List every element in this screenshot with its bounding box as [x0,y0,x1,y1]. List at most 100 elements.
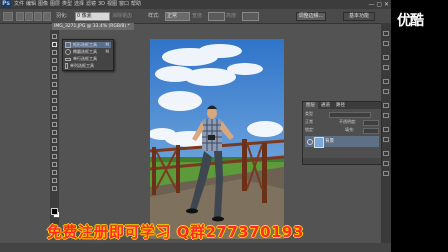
eyedropper-tool-icon[interactable] [52,74,57,79]
character-panel-icon[interactable] [383,79,389,84]
lock-row: 锁定: 填充: [305,127,379,134]
new-selection-icon[interactable] [16,12,24,21]
lock-label: 锁定: [305,127,315,132]
adjustments-panel-icon[interactable] [383,127,389,132]
window-controls[interactable]: — ▢ ✕ [368,1,389,8]
swatches-panel-icon[interactable] [383,113,389,118]
move-tool-icon[interactable] [52,34,57,39]
blend-row: 正常 不透明度: [305,119,379,126]
gradient-tool-icon[interactable] [52,122,57,127]
fill-field[interactable] [363,128,379,134]
crop-tool-icon[interactable] [52,66,57,71]
foreground-color-swatch[interactable] [51,208,58,215]
promo-watermark-text: 免费注册即可学习 Q群277370193 [47,223,304,241]
flyout-single-row-marquee[interactable]: 单行选框工具 [65,56,111,62]
tab-paths[interactable]: 路径 [333,102,348,109]
flyout-ellipse-marquee[interactable]: 椭圆选框工具 M [65,49,111,55]
dodge-tool-icon[interactable] [52,138,57,143]
style-select[interactable]: 正常 [165,12,190,21]
layers-panel-icon[interactable] [383,151,389,156]
rect-marquee-icon [65,42,71,48]
opacity-label: 不透明度: [339,119,357,124]
intersect-selection-icon[interactable] [43,12,51,21]
photoshop-window: Ps 文件 编辑 图像 图层 类型 选择 滤镜 3D 视图 窗口 帮助 — ▢ … [0,0,391,252]
menu-type[interactable]: 类型 [62,0,72,9]
refine-edge-button[interactable]: 调整边缘... [296,12,326,21]
collapsed-panels-strip [381,23,391,252]
flyout-item-key: M [105,49,109,54]
width-field[interactable] [208,12,225,21]
type-tool-icon[interactable] [52,154,57,159]
tab-channels[interactable]: 通道 [318,102,333,109]
menu-edit[interactable]: 编辑 [26,0,36,9]
youku-watermark-logo: 优酷 [397,13,424,29]
clone-source-panel-icon[interactable] [383,65,389,70]
paths-panel-icon[interactable] [383,171,389,176]
menu-help[interactable]: 帮助 [131,0,141,9]
style-label: 样式: [148,13,160,19]
status-bar [0,243,391,252]
flyout-rect-marquee[interactable]: 矩形选框工具 M [65,42,111,48]
visibility-eye-icon[interactable] [307,139,313,145]
layers-panel-tabs: 图层 通道 路径 [303,102,381,109]
healing-brush-tool-icon[interactable] [52,82,57,87]
channels-panel-icon[interactable] [383,161,389,166]
paragraph-panel-icon[interactable] [383,89,389,94]
document-tab[interactable]: IMG_3271.JPG @ 33.4% (RGB/8) * [52,23,134,30]
brush-tool-icon[interactable] [52,90,57,95]
menu-view[interactable]: 视图 [107,0,117,9]
tab-layers[interactable]: 图层 [303,102,318,109]
clone-stamp-tool-icon[interactable] [52,98,57,103]
shape-tool-icon[interactable] [52,170,57,175]
menu-image[interactable]: 图像 [38,0,48,9]
menu-window[interactable]: 窗口 [119,0,129,9]
canvas-photo[interactable] [150,39,284,239]
subtract-selection-icon[interactable] [34,12,42,21]
options-bar: 羽化: 0 像素 消除锯齿 样式: 正常 宽度: 高度: 调整边缘... 基本功… [0,9,391,24]
workspace-select[interactable]: 基本功能 [343,12,375,21]
menu-3d[interactable]: 3D [98,0,105,9]
flyout-item-label: 椭圆选框工具 [73,49,97,54]
flyout-item-label: 矩形选框工具 [73,42,97,47]
blur-tool-icon[interactable] [52,130,57,135]
history-brush-tool-icon[interactable] [52,106,57,111]
properties-panel-icon[interactable] [383,41,389,46]
menu-layer[interactable]: 图层 [50,0,60,9]
flyout-single-column-marquee[interactable]: 单列选框工具 [65,63,111,69]
photo-image [150,39,284,239]
menu-bar: Ps 文件 编辑 图像 图层 类型 选择 滤镜 3D 视图 窗口 帮助 — ▢ … [0,0,391,9]
menu-select[interactable]: 选择 [74,0,84,9]
add-to-selection-icon[interactable] [25,12,33,21]
menu-file[interactable]: 文件 [14,0,24,9]
opacity-field[interactable] [363,120,379,126]
history-panel-icon[interactable] [383,31,389,36]
quick-select-tool-icon[interactable] [52,58,57,63]
pen-tool-icon[interactable] [52,146,57,151]
hand-tool-icon[interactable] [52,178,57,183]
kind-filter-select[interactable]: 类型 [305,111,313,116]
layer-row-background[interactable]: 背景 [305,136,379,148]
zoom-tool-icon[interactable] [52,186,57,191]
flyout-item-key: M [105,42,109,47]
color-panel-icon[interactable] [383,103,389,108]
brush-panel-icon[interactable] [383,55,389,60]
layers-filter-row: 类型 [305,111,379,118]
height-field[interactable] [242,12,259,21]
blend-mode-select[interactable]: 正常 [305,119,313,124]
layers-panel: 图层 通道 路径 类型 正常 不透明度: 锁定: 填充: 背景 [302,101,382,165]
lasso-tool-icon[interactable] [52,50,57,55]
flyout-item-label: 单列选框工具 [70,63,94,68]
antialias-checkbox[interactable]: 消除锯齿 [112,9,132,23]
menu-filter[interactable]: 滤镜 [86,0,96,9]
eraser-tool-icon[interactable] [52,114,57,119]
feather-field[interactable]: 0 像素 [75,12,110,21]
marquee-tool-preset-icon[interactable] [3,12,13,21]
fill-label: 填充: [345,127,355,132]
feather-label: 羽化: [56,13,68,19]
height-label: 高度: [226,13,238,19]
styles-panel-icon[interactable] [383,137,389,142]
tools-panel [50,30,60,230]
marquee-tool-icon[interactable] [52,42,57,47]
filter-icons[interactable] [329,112,371,118]
path-select-tool-icon[interactable] [52,162,57,167]
